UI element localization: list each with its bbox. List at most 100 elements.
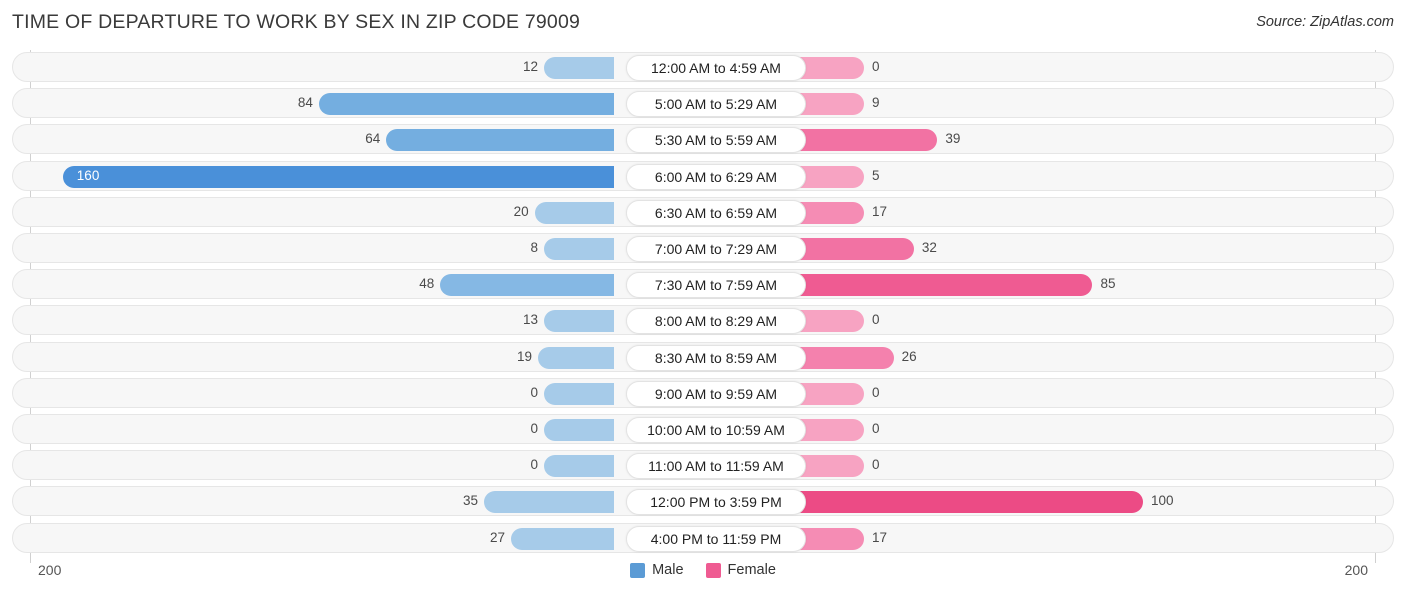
legend-item-male[interactable]: Male — [630, 562, 684, 578]
category-label-pill: 6:00 AM to 6:29 AM — [626, 163, 806, 190]
category-label: 5:00 AM to 5:29 AM — [654, 96, 778, 113]
chart-row: 8 32 7:00 AM to 7:29 AM — [12, 233, 1394, 263]
bar-value-male: 27 — [489, 529, 505, 545]
bar-value-male: 160 — [76, 167, 100, 183]
category-label: 4:00 PM to 11:59 PM — [650, 530, 782, 547]
category-label-pill: 5:00 AM to 5:29 AM — [626, 91, 806, 118]
bar-female[interactable] — [794, 346, 894, 369]
chart-header: TIME OF DEPARTURE TO WORK BY SEX IN ZIP … — [0, 0, 1406, 46]
bar-value-male: 8 — [530, 240, 538, 255]
bar-value-female: 0 — [872, 59, 880, 74]
chart-row: 13 0 8:00 AM to 8:29 AM — [12, 305, 1394, 336]
legend-swatch-icon — [705, 562, 721, 578]
chart-row: 27 17 4:00 PM to 11:59 PM — [12, 522, 1394, 553]
chart-footer: 200 200 Male Female — [0, 552, 1406, 595]
category-label-pill: 12:00 AM to 4:59 AM — [626, 55, 806, 81]
category-label: 5:30 AM to 5:59 AM — [654, 132, 778, 149]
chart-row: 0 0 10:00 AM to 10:59 AM — [12, 414, 1394, 444]
chart-row: 84 9 5:00 AM to 5:29 AM — [12, 88, 1394, 119]
bar-value-male: 0 — [530, 421, 538, 436]
category-label-pill: 7:30 AM to 7:59 AM — [626, 272, 806, 299]
bar-value-female: 0 — [872, 457, 880, 473]
chart-row: 0 0 11:00 AM to 11:59 AM — [12, 450, 1394, 481]
bar-male[interactable] — [62, 165, 614, 188]
bar-male[interactable] — [544, 419, 614, 441]
bar-value-male: 0 — [530, 384, 538, 400]
bar-value-male: 84 — [297, 95, 313, 111]
category-label: 7:00 AM to 7:29 AM — [654, 241, 778, 257]
bar-male[interactable] — [484, 491, 614, 514]
category-label: 8:30 AM to 8:59 AM — [654, 349, 778, 366]
chart-plot-area: 12 0 12:00 AM to 4:59 AM 84 9 5:00 AM to 5:29… — [0, 46, 1406, 563]
bar-value-female: 0 — [872, 384, 880, 400]
bar-male[interactable] — [511, 527, 614, 550]
bar-female[interactable] — [794, 129, 938, 152]
category-label-pill: 11:00 AM to 11:59 AM — [626, 453, 806, 480]
category-label-pill: 12:00 PM to 3:59 PM — [626, 489, 806, 516]
category-label-pill: 7:00 AM to 7:29 AM — [626, 236, 806, 262]
bar-value-female: 0 — [872, 421, 880, 436]
bar-male[interactable] — [318, 93, 614, 116]
category-label: 10:00 AM to 10:59 AM — [647, 422, 785, 438]
chart-row: 35 100 12:00 PM to 3:59 PM — [12, 486, 1394, 517]
bar-value-female: 100 — [1151, 493, 1174, 509]
category-label: 8:00 AM to 8:29 AM — [654, 313, 778, 330]
category-label: 6:00 AM to 6:29 AM — [654, 168, 778, 185]
bar-value-female: 17 — [872, 529, 888, 545]
chart-legend: Male Female — [0, 562, 1406, 578]
bar-value-male: 13 — [522, 312, 538, 328]
bar-value-female: 26 — [901, 348, 917, 364]
source-attribution: Source: ZipAtlas.com — [1256, 14, 1394, 30]
bar-female[interactable] — [794, 274, 1093, 297]
chart-row: 19 26 8:30 AM to 8:59 AM — [12, 341, 1394, 372]
bar-value-female: 32 — [921, 240, 937, 255]
chart-row: 48 85 7:30 AM to 7:59 AM — [12, 269, 1394, 300]
chart-row: 0 0 9:00 AM to 9:59 AM — [12, 377, 1394, 408]
bar-value-male: 64 — [365, 131, 381, 147]
chart-row: 160 5 6:00 AM to 6:29 AM — [12, 160, 1394, 191]
bar-value-male: 48 — [419, 276, 435, 292]
bar-value-male: 12 — [522, 59, 538, 74]
category-label: 11:00 AM to 11:59 AM — [648, 458, 784, 475]
chart-row: 20 17 6:30 AM to 6:59 AM — [12, 196, 1394, 227]
category-label-pill: 6:30 AM to 6:59 AM — [626, 199, 806, 226]
bar-value-male: 20 — [513, 203, 529, 219]
category-label: 7:30 AM to 7:59 AM — [654, 277, 778, 294]
bar-male[interactable] — [537, 346, 614, 369]
legend-swatch-icon — [630, 562, 646, 578]
chart-row: 64 39 5:30 AM to 5:59 AM — [12, 124, 1394, 155]
bar-value-female: 5 — [872, 167, 880, 183]
bar-male[interactable] — [544, 382, 614, 405]
category-label-pill: 9:00 AM to 9:59 AM — [626, 380, 806, 407]
category-label-pill: 10:00 AM to 10:59 AM — [626, 417, 806, 443]
bar-female[interactable] — [794, 238, 914, 260]
bar-value-female: 39 — [945, 131, 961, 147]
category-label: 9:00 AM to 9:59 AM — [654, 385, 778, 402]
page-title: TIME OF DEPARTURE TO WORK BY SEX IN ZIP … — [12, 11, 581, 33]
bar-male[interactable] — [544, 57, 614, 79]
bar-male[interactable] — [440, 274, 614, 297]
bar-male[interactable] — [544, 455, 614, 478]
bar-value-female: 9 — [872, 95, 880, 111]
bar-male[interactable] — [544, 310, 614, 333]
bar-value-male: 0 — [530, 457, 538, 473]
category-label-pill: 4:00 PM to 11:59 PM — [626, 525, 806, 552]
bar-male[interactable] — [544, 238, 614, 260]
legend-label: Female — [727, 562, 776, 578]
bar-value-female: 0 — [872, 312, 880, 328]
legend-label: Male — [652, 562, 684, 578]
category-label: 6:30 AM to 6:59 AM — [654, 204, 778, 221]
bar-male[interactable] — [534, 201, 614, 224]
chart-page: TIME OF DEPARTURE TO WORK BY SEX IN ZIP … — [0, 0, 1406, 595]
bar-value-male: 35 — [463, 493, 479, 509]
bar-female[interactable] — [794, 491, 1143, 514]
category-label-pill: 8:00 AM to 8:29 AM — [626, 308, 806, 335]
category-label: 12:00 AM to 4:59 AM — [651, 60, 781, 76]
bar-value-female: 85 — [1100, 276, 1116, 292]
category-label-pill: 8:30 AM to 8:59 AM — [626, 344, 806, 371]
bar-value-female: 17 — [872, 203, 888, 219]
category-label-pill: 5:30 AM to 5:59 AM — [626, 127, 806, 154]
bar-value-male: 19 — [516, 348, 532, 364]
legend-item-female[interactable]: Female — [705, 562, 776, 578]
bar-male[interactable] — [386, 129, 614, 152]
